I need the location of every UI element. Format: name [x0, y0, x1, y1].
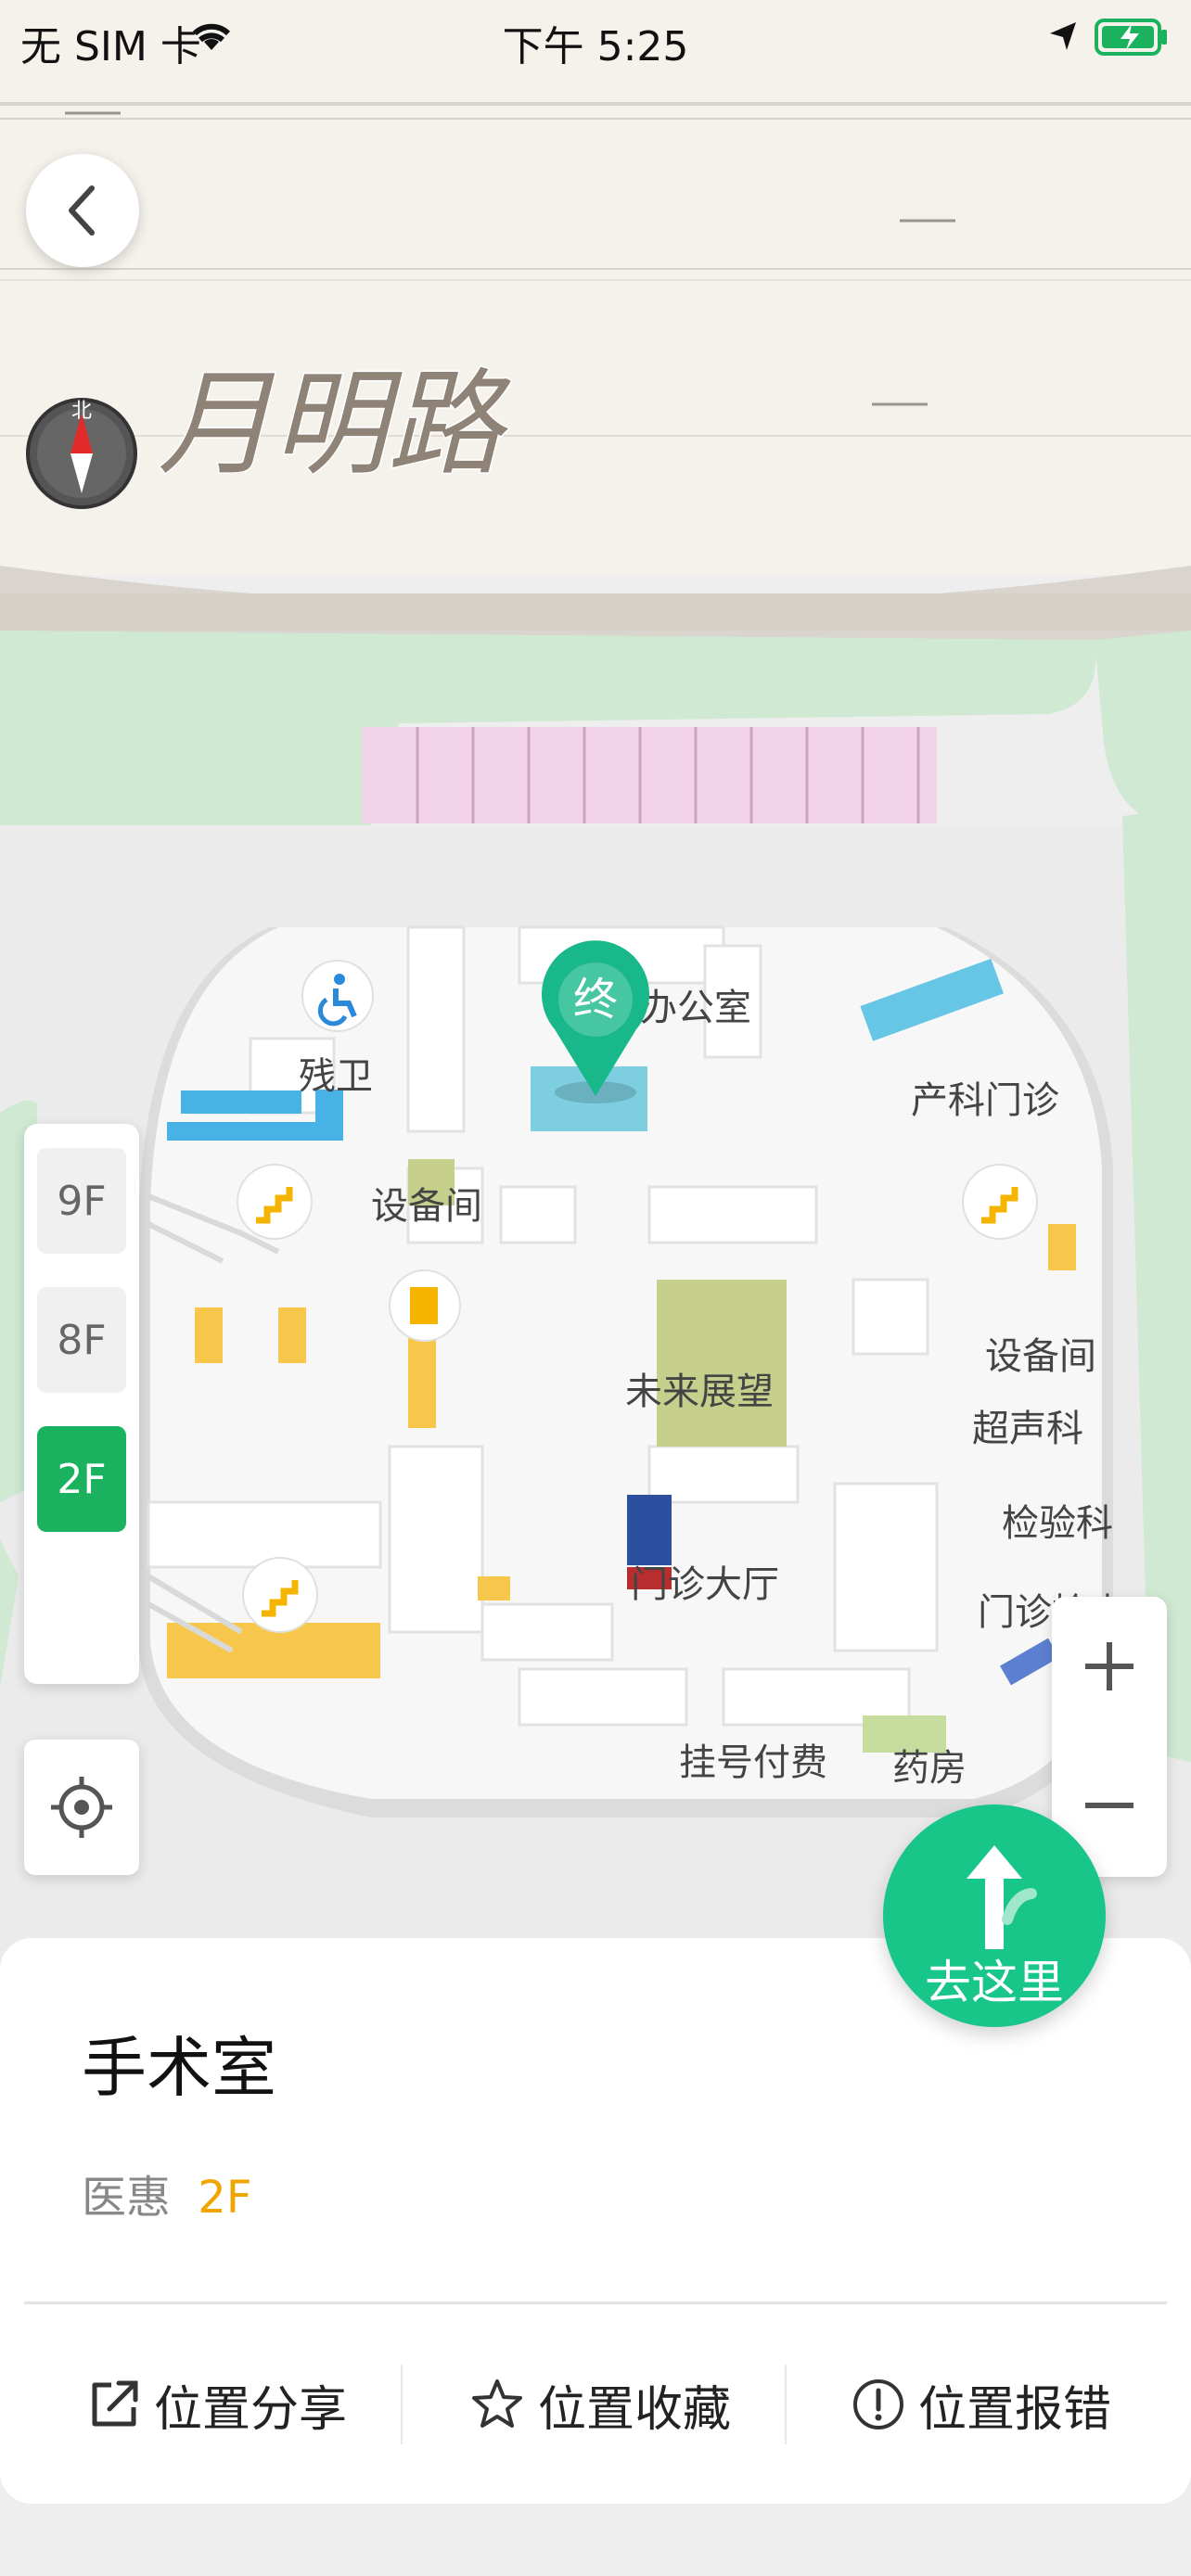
share-icon	[92, 2380, 138, 2427]
map-label-outpatient-hall: 门诊大厅	[631, 1563, 779, 1606]
place-building: 医惠	[82, 2172, 172, 2224]
status-bar: 无 SIM 卡 下午 5:25	[0, 0, 1191, 83]
map-label-office: 办公室	[640, 987, 751, 1029]
location-services-icon	[1050, 22, 1076, 50]
map-label-registration: 挂号付费	[679, 1741, 827, 1784]
place-title: 手术室	[82, 2030, 276, 2106]
alert-circle-icon	[853, 2379, 903, 2429]
floor-selector: 9F 8F 2F	[24, 1124, 139, 1684]
map-label-ultrasound: 超声科	[972, 1408, 1083, 1450]
escalator-icon[interactable]	[389, 1269, 461, 1342]
floor-button-2f[interactable]: 2F	[37, 1426, 126, 1532]
zoom-in-button[interactable]	[1052, 1597, 1167, 1736]
stairs-icon[interactable]	[242, 1557, 318, 1633]
floor-button-8f[interactable]: 8F	[37, 1287, 126, 1393]
map-label-equipment-room-1: 设备间	[371, 1185, 482, 1228]
crosshair-icon	[51, 1777, 112, 1838]
map-label-obstetrics: 产科门诊	[911, 1079, 1059, 1122]
accessible-toilet-icon[interactable]	[301, 960, 374, 1032]
map-label-accessible-toilet: 残卫	[299, 1055, 373, 1098]
go-here-label: 去这里	[925, 1956, 1064, 2009]
chevron-left-icon	[69, 185, 95, 236]
map-label-equipment-room-2: 设备间	[985, 1335, 1096, 1378]
indoor-map[interactable]: 办公室 残卫 产科门诊 设备间 设备间 未来展望 超声科 检验科 门诊大厅 门诊…	[0, 0, 1191, 2040]
stairs-icon[interactable]	[237, 1164, 313, 1240]
report-location-button[interactable]: 位置报错	[852, 2365, 1111, 2444]
report-location-label: 位置报错	[918, 2381, 1112, 2438]
back-button[interactable]	[26, 154, 139, 267]
favorite-location-label: 位置收藏	[538, 2381, 732, 2438]
road-name: 月明路	[158, 358, 511, 491]
minus-icon	[1085, 1803, 1133, 1808]
stairs-icon[interactable]	[962, 1164, 1038, 1240]
compass-north-label: 北	[71, 400, 92, 423]
destination-marker-label: 终	[573, 974, 618, 1026]
my-location-button[interactable]	[24, 1740, 139, 1875]
share-location-button[interactable]: 位置分享	[87, 2365, 347, 2444]
map-label-future-exhibit: 未来展望	[625, 1371, 774, 1413]
compass-icon: 北	[26, 398, 137, 509]
share-location-label: 位置分享	[154, 2381, 348, 2438]
plus-icon	[1085, 1642, 1133, 1690]
action-divider	[785, 2365, 787, 2444]
go-here-button[interactable]: 去这里	[883, 1804, 1106, 2027]
action-divider	[401, 2365, 403, 2444]
place-floor: 2F	[198, 2172, 252, 2224]
map-label-laboratory: 检验科	[1002, 1502, 1113, 1545]
floor-button-9f[interactable]: 9F	[37, 1148, 126, 1254]
status-time: 下午 5:25	[502, 23, 689, 70]
star-icon	[472, 2379, 522, 2428]
place-location: 医惠 2F	[82, 2161, 251, 2225]
battery-icon	[1095, 19, 1167, 56]
compass-button[interactable]: 北	[24, 386, 139, 521]
map-label-pharmacy: 药房	[892, 1747, 967, 1790]
favorite-location-button[interactable]: 位置收藏	[469, 2365, 731, 2444]
card-divider	[24, 2302, 1167, 2304]
